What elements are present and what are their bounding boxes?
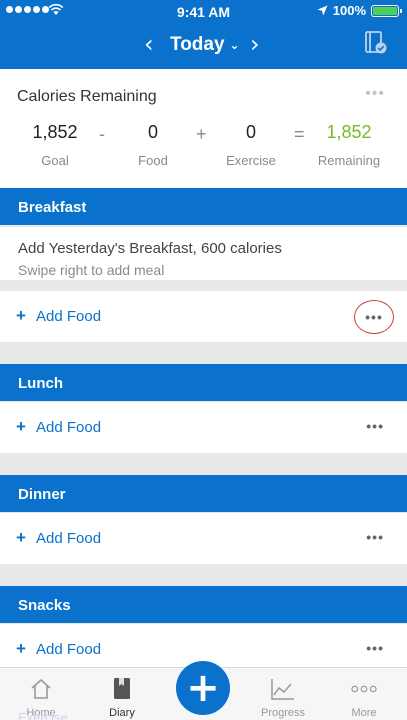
chevron-down-icon: ⌄	[229, 38, 240, 52]
goal-value: 1,852	[32, 122, 78, 142]
snacks-add-food-link[interactable]: Add Food	[36, 641, 101, 658]
diary-book-icon	[109, 676, 135, 702]
location-arrow-icon	[317, 5, 328, 16]
equals-operator: =	[294, 124, 305, 144]
chevron-right-icon[interactable]: ›	[250, 32, 260, 56]
battery-icon	[371, 4, 402, 17]
more-circles-icon	[351, 676, 377, 702]
chevron-left-icon[interactable]: ‹	[144, 32, 154, 56]
food-column: 0 Food	[108, 122, 198, 168]
battery-percent: 100%	[332, 3, 366, 18]
tab-progress-label: Progress	[260, 707, 306, 719]
more-icon[interactable]: •••	[365, 85, 385, 103]
status-bar: 9:41 AM 100%	[0, 0, 407, 22]
dinner-add-food-link[interactable]: Add Food	[36, 530, 101, 547]
add-entry-button[interactable]: +	[176, 661, 230, 715]
exercise-label: Exercise	[226, 153, 276, 168]
dinner-header: Dinner	[0, 475, 407, 512]
tab-more-label: More	[351, 707, 377, 719]
yesterday-breakfast-suggestion[interactable]: Add Yesterday's Breakfast, 600 calories …	[0, 227, 407, 280]
exercise-column: 0 Exercise	[206, 122, 296, 168]
tab-diary[interactable]: Diary	[87, 668, 157, 720]
calories-title: Calories Remaining	[17, 88, 157, 105]
tab-diary-label: Diary	[109, 707, 135, 719]
exercise-header-partial: Exercise	[18, 710, 68, 720]
snacks-header: Snacks	[0, 586, 407, 623]
more-dots: •••	[365, 309, 383, 325]
page-title: Today	[170, 34, 225, 55]
goal-column: 1,852 Goal	[10, 122, 100, 168]
snacks-more-icon[interactable]: •••	[366, 640, 384, 656]
remaining-label: Remaining	[317, 153, 381, 168]
lunch-more-icon[interactable]: •••	[366, 418, 384, 434]
plus-icon: +	[16, 306, 26, 325]
exercise-value: 0	[245, 122, 256, 142]
home-icon	[28, 676, 54, 702]
plus-icon: +	[16, 417, 26, 436]
diary-book-check-icon[interactable]	[365, 31, 387, 55]
nav-bar: ‹ Today ⌄ ›	[0, 26, 407, 66]
plus-icon: +	[16, 528, 26, 547]
goal-label: Goal	[41, 153, 69, 168]
progress-chart-icon	[270, 676, 296, 702]
lunch-header: Lunch	[0, 364, 407, 401]
plus-operator: +	[196, 124, 207, 144]
dinner-add-food-row: + Add Food •••	[0, 512, 407, 564]
remaining-value: 1,852	[326, 122, 372, 142]
lunch-add-food-link[interactable]: Add Food	[36, 419, 101, 436]
suggestion-text: Add Yesterday's Breakfast, 600 calories	[18, 240, 282, 257]
tab-progress[interactable]: Progress	[248, 668, 318, 720]
calories-remaining-card: Calories Remaining ••• 1,852 Goal - 0 Fo…	[0, 69, 407, 188]
remaining-column: 1,852 Remaining	[304, 122, 394, 168]
minus-operator: -	[99, 124, 105, 144]
breakfast-add-food-row: + Add Food •••	[0, 290, 407, 342]
plus-icon: +	[16, 639, 26, 658]
lunch-add-food-row: + Add Food •••	[0, 401, 407, 453]
dinner-more-icon[interactable]: •••	[366, 529, 384, 545]
breakfast-header: Breakfast	[0, 188, 407, 225]
date-selector[interactable]: Today ⌄	[170, 34, 240, 56]
breakfast-add-food-link[interactable]: Add Food	[36, 308, 101, 325]
food-label: Food	[138, 153, 168, 168]
header: 9:41 AM 100% ‹ Today ⌄ ›	[0, 0, 407, 69]
suggestion-hint: Swipe right to add meal	[18, 262, 165, 278]
tab-more[interactable]: More	[329, 668, 399, 720]
breakfast-more-icon[interactable]: •••	[354, 300, 394, 334]
food-value: 0	[147, 122, 158, 142]
